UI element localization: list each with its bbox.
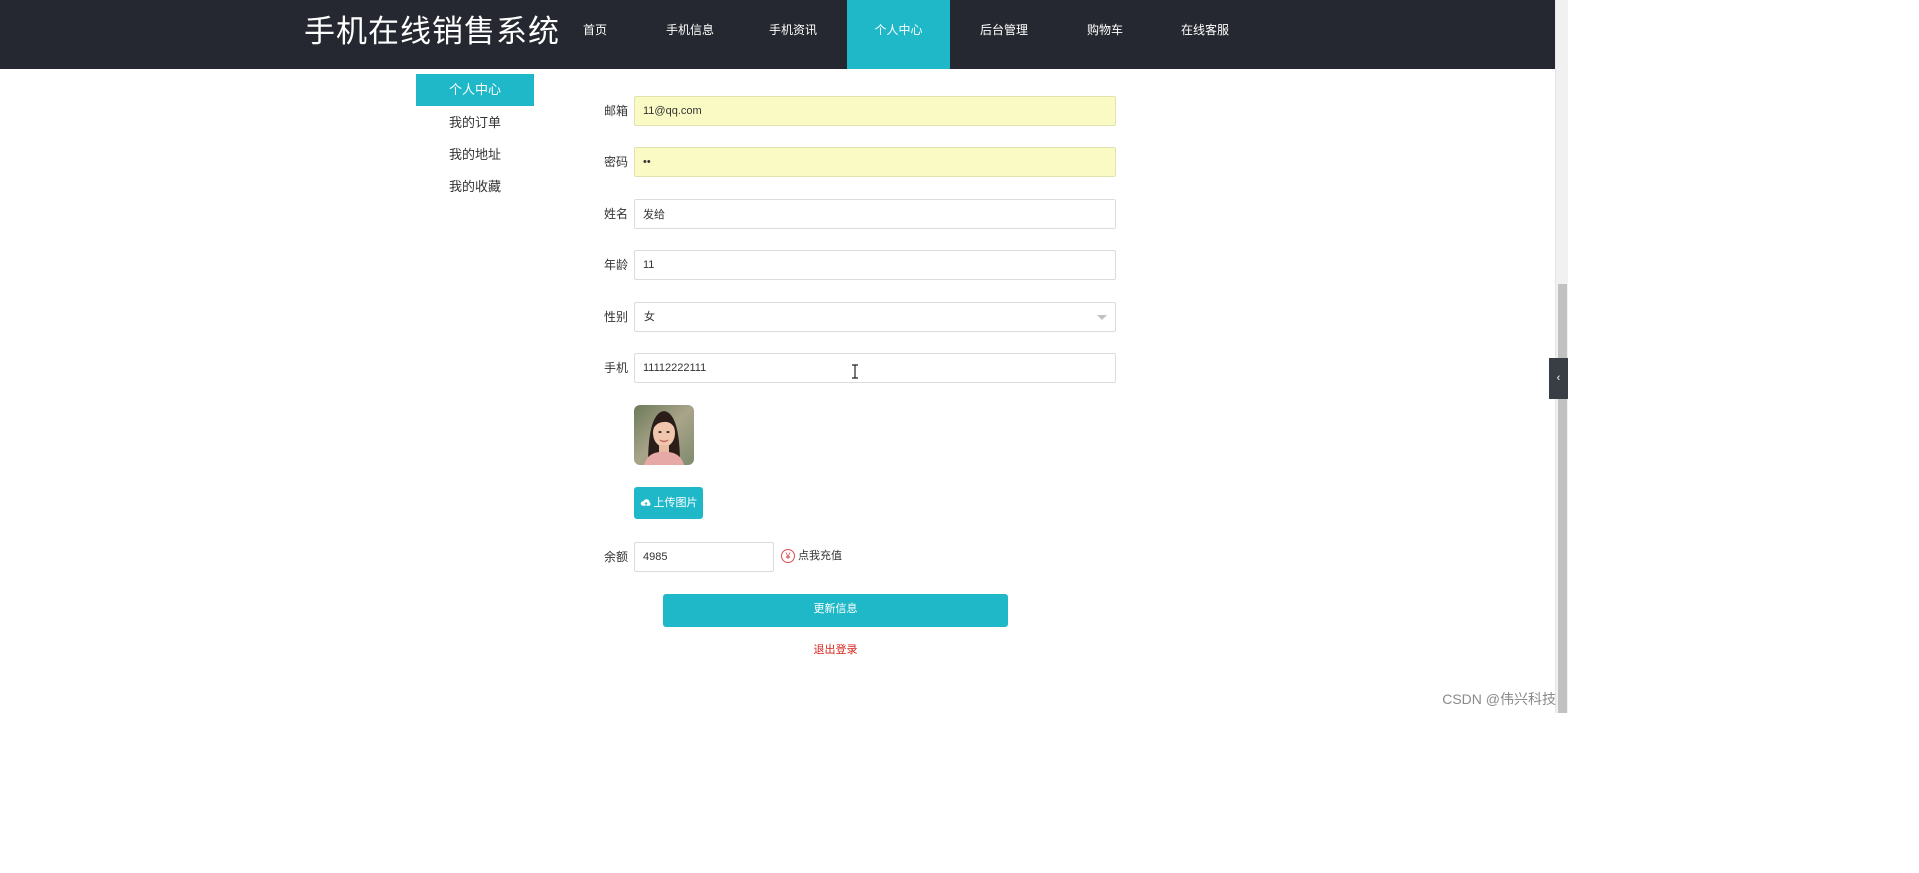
sidebar-item-my-addresses[interactable]: 我的地址 bbox=[416, 139, 534, 171]
update-info-button[interactable]: 更新信息 bbox=[663, 594, 1008, 627]
name-label: 姓名 bbox=[604, 207, 629, 221]
nav-phone-info[interactable]: 手机信息 bbox=[655, 0, 725, 69]
nav-phone-news[interactable]: 手机资讯 bbox=[758, 0, 828, 69]
nav-online-service[interactable]: 在线客服 bbox=[1170, 0, 1240, 69]
gender-label: 性别 bbox=[604, 310, 629, 324]
chevron-left-icon[interactable]: ‹ bbox=[1549, 358, 1568, 399]
nav-cart[interactable]: 购物车 bbox=[1070, 0, 1140, 69]
password-label: 密码 bbox=[604, 155, 629, 169]
text-cursor-icon bbox=[852, 364, 858, 379]
age-field[interactable] bbox=[634, 250, 1116, 280]
email-label: 邮箱 bbox=[604, 104, 629, 118]
cloud-upload-icon bbox=[640, 499, 651, 506]
recharge-link[interactable]: ¥ 点我充值 bbox=[781, 548, 842, 564]
phone-label: 手机 bbox=[604, 361, 629, 375]
site-title: 手机在线销售系统 bbox=[304, 14, 560, 49]
page-scrollbar[interactable] bbox=[1555, 0, 1568, 713]
chevron-down-icon bbox=[1097, 315, 1107, 320]
name-field[interactable] bbox=[634, 199, 1116, 229]
gender-select-value: 女 bbox=[644, 311, 655, 323]
nav-admin[interactable]: 后台管理 bbox=[969, 0, 1039, 69]
sidebar-item-my-orders[interactable]: 我的订单 bbox=[416, 107, 534, 139]
yen-icon: ¥ bbox=[781, 549, 795, 563]
age-label: 年龄 bbox=[604, 258, 629, 272]
upload-image-button[interactable]: 上传图片 bbox=[634, 487, 703, 519]
sidebar-item-my-favorites[interactable]: 我的收藏 bbox=[416, 171, 534, 203]
logout-link[interactable]: 退出登录 bbox=[663, 641, 1008, 657]
gender-select[interactable]: 女 bbox=[634, 302, 1116, 332]
phone-field[interactable] bbox=[634, 353, 1116, 383]
top-navbar: 手机在线销售系统 首页 手机信息 手机资讯 个人中心 后台管理 购物车 在线客服 bbox=[0, 0, 1555, 69]
recharge-label: 点我充值 bbox=[798, 550, 842, 562]
avatar bbox=[634, 405, 694, 465]
balance-field[interactable] bbox=[634, 542, 774, 572]
nav-home[interactable]: 首页 bbox=[565, 0, 625, 69]
password-field[interactable] bbox=[634, 147, 1116, 177]
upload-image-label: 上传图片 bbox=[653, 497, 698, 509]
sidebar-item-personal-center[interactable]: 个人中心 bbox=[416, 74, 534, 106]
balance-label: 余额 bbox=[604, 550, 629, 564]
nav-personal-center[interactable]: 个人中心 bbox=[847, 0, 950, 69]
email-field[interactable] bbox=[634, 96, 1116, 126]
watermark: CSDN @伟兴科技 bbox=[1442, 691, 1556, 707]
scrollbar-thumb[interactable] bbox=[1558, 284, 1567, 713]
